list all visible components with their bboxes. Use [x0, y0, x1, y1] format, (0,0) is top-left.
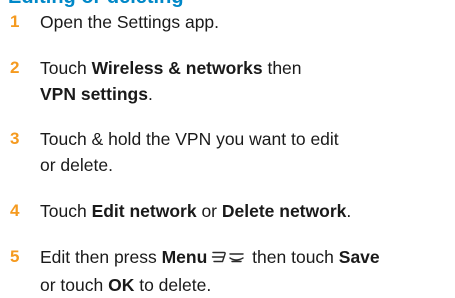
step-text-part: . — [346, 201, 352, 221]
step-text-bold: VPN settings — [40, 84, 148, 104]
step-text: Touch Wireless & networks then VPN setti… — [40, 55, 450, 107]
step-text-part: then touch — [247, 247, 339, 267]
section-heading-fragment: Editing or deleting a VPN — [8, 0, 188, 8]
step-text: Open the Settings app. — [40, 9, 450, 35]
step-text-part: Open the Settings app. — [40, 12, 220, 32]
step-text-part: or touch — [40, 275, 109, 295]
step-text-bold: Menu — [161, 247, 208, 267]
step-text-part: . — [147, 84, 153, 104]
step-number: 3 — [10, 129, 20, 148]
step-text: Edit then press Menu then touch Save or … — [40, 244, 450, 298]
step-number: 1 — [10, 12, 20, 31]
instruction-page: Editing or deleting a VPN 1 Open the Set… — [0, 0, 455, 295]
step-text-part: to delete. — [134, 275, 212, 295]
step-text-bold: Delete network — [221, 201, 347, 221]
step-text-part: Edit then press — [40, 247, 162, 267]
step-text-bold: Wireless & networks — [91, 58, 263, 78]
step-number: 2 — [10, 58, 20, 77]
step-text-bold: Edit network — [91, 201, 197, 221]
step-text-part: Touch — [40, 201, 92, 221]
menu-key-icon — [211, 246, 245, 272]
step-text-bold: Save — [338, 247, 380, 267]
step-text-part: Touch & hold the VPN you want to edit — [40, 129, 339, 149]
step-text-part: or — [196, 201, 222, 221]
step-number: 5 — [10, 247, 20, 266]
step-text-part: then — [262, 58, 302, 78]
step-number: 4 — [10, 201, 20, 220]
step-text-part: Touch — [40, 58, 92, 78]
step-text-part: or delete. — [40, 155, 113, 175]
step-text: Touch Edit network or Delete network. — [40, 198, 450, 224]
step-text: Touch & hold the VPN you want to edit or… — [40, 126, 450, 178]
section-heading: Editing or deleting a VPN — [8, 0, 188, 8]
step-text-bold: OK — [108, 275, 135, 295]
